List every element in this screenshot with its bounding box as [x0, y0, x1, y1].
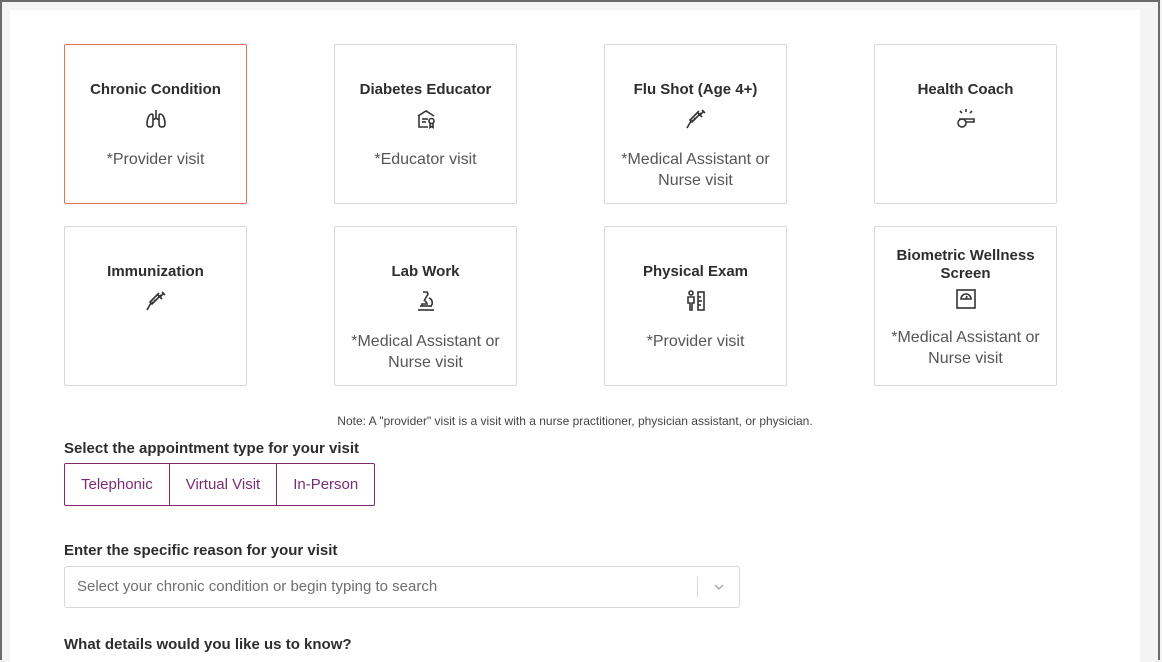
card-physical-exam[interactable]: Physical Exam *Provider visit [604, 226, 787, 386]
card-subtitle: *Medical Assistant or Nurse visit [351, 333, 500, 371]
card-title: Flu Shot (Age 4+) [633, 81, 758, 98]
select-divider [697, 577, 698, 597]
syringe-icon [685, 109, 706, 129]
card-title: Physical Exam [642, 263, 749, 280]
whistle-icon [956, 109, 975, 128]
lungs-icon [145, 110, 166, 128]
card-subtitle: *Provider visit [646, 333, 745, 350]
scale-icon [955, 289, 976, 309]
virtual-visit-option[interactable]: Virtual Visit [170, 464, 278, 505]
syringe-icon [145, 291, 166, 311]
provider-note: Note: A "provider" visit is a visit with… [337, 414, 813, 428]
card-title: Immunization [107, 263, 204, 280]
details-label: What details would you like us to know? [64, 636, 352, 653]
appointment-type-label: Select the appointment type for your vis… [64, 440, 360, 457]
card-health-coach[interactable]: Health Coach [874, 44, 1057, 204]
card-lab-work[interactable]: Lab Work *Medical Assistant or Nurse vis… [334, 226, 517, 386]
window-frame: Chronic Condition *Provider visit Diabet… [0, 0, 1160, 662]
card-immunization[interactable]: Immunization [64, 226, 247, 386]
card-flu-shot[interactable]: Flu Shot (Age 4+) *Medical Assistant or … [604, 44, 787, 204]
card-diabetes-educator[interactable]: Diabetes Educator *Educator visit [334, 44, 517, 204]
card-title: Biometric Wellness Screen [896, 247, 1035, 282]
reason-placeholder: Select your chronic condition or begin t… [77, 578, 438, 595]
reason-select[interactable]: Select your chronic condition or begin t… [64, 566, 740, 608]
telephonic-option[interactable]: Telephonic [65, 464, 170, 505]
card-subtitle: *Medical Assistant or Nurse visit [891, 329, 1040, 367]
card-chronic-condition[interactable]: Chronic Condition *Provider visit [64, 44, 247, 204]
in-person-option[interactable]: In-Person [277, 464, 374, 505]
microscope-icon [417, 291, 434, 311]
appointment-type-selector: Telephonic Virtual Visit In-Person [64, 463, 376, 506]
main-panel: Chronic Condition *Provider visit Diabet… [10, 10, 1140, 662]
card-title: Lab Work [391, 263, 460, 280]
card-subtitle: *Medical Assistant or Nurse visit [621, 151, 770, 189]
physical-exam-icon [686, 290, 705, 311]
certificate-icon [417, 110, 435, 129]
reason-label: Enter the specific reason for your visit [64, 542, 338, 559]
card-title: Chronic Condition [90, 81, 221, 98]
card-title: Health Coach [917, 81, 1014, 98]
card-subtitle: *Provider visit [106, 151, 205, 168]
card-biometric-wellness-screen[interactable]: Biometric Wellness Screen *Medical Assis… [874, 226, 1057, 386]
chevron-down-icon[interactable] [711, 579, 727, 595]
card-subtitle: *Educator visit [374, 151, 477, 168]
card-title: Diabetes Educator [359, 81, 492, 98]
